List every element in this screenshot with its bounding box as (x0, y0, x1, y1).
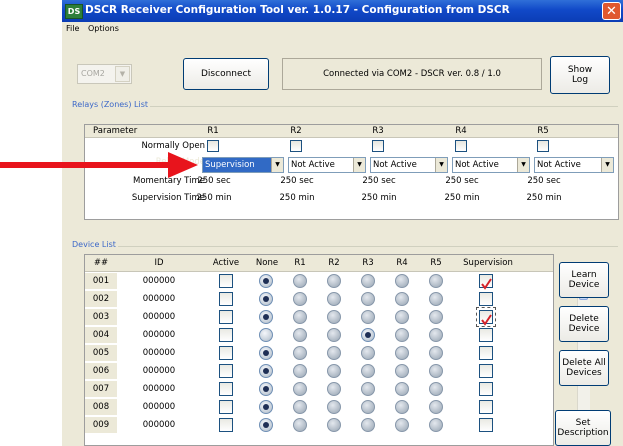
annotation-arrow-svg (0, 152, 198, 178)
annotation-arrow (0, 152, 198, 178)
arrow-head (168, 152, 198, 178)
